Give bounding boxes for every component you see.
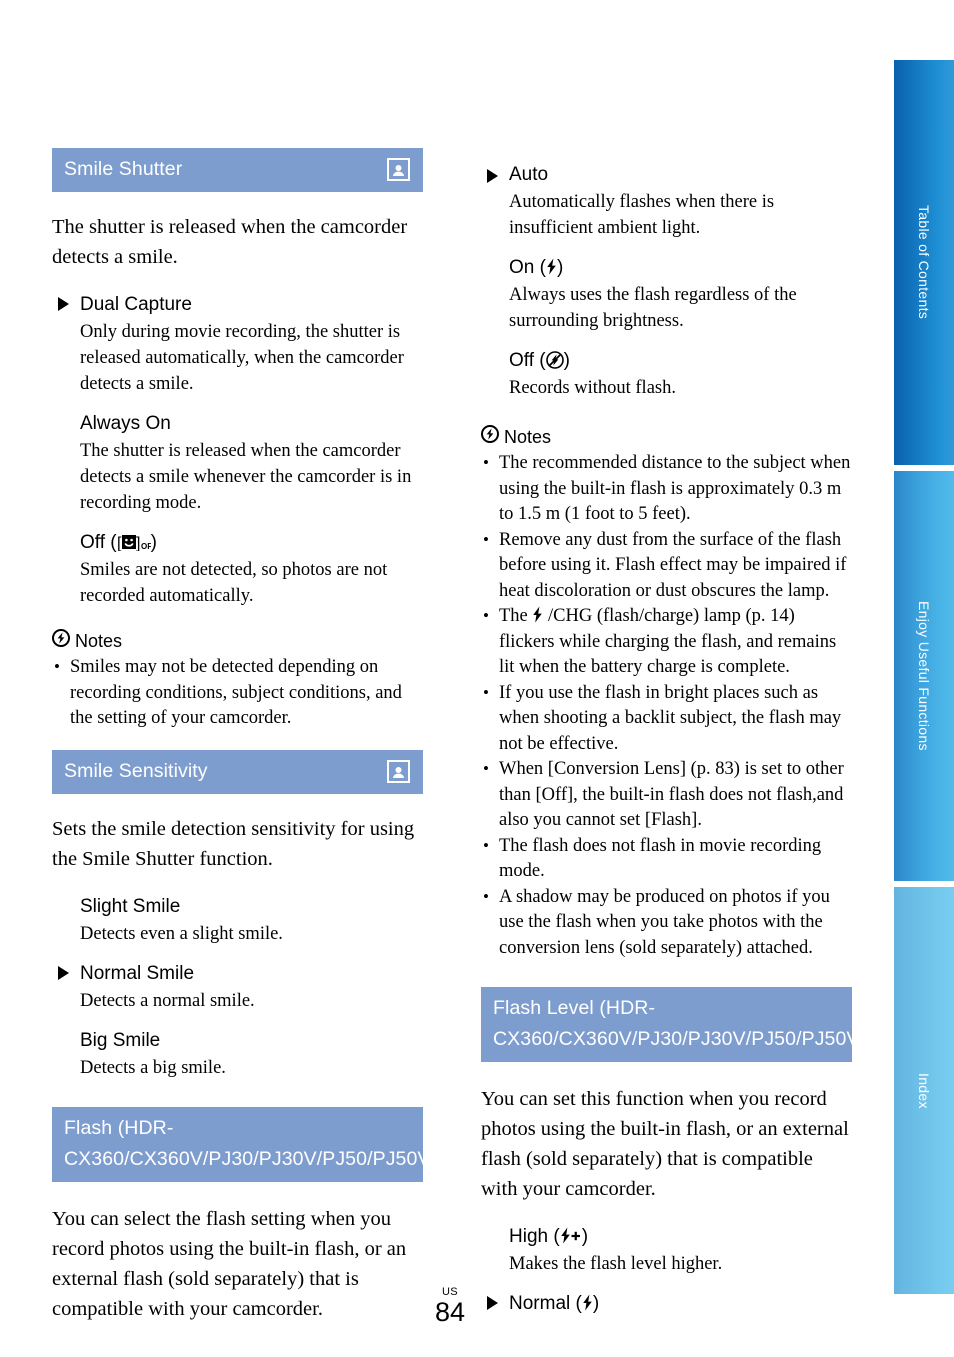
section-header-flash-level: Flash Level (HDR-CX360/CX360V/PJ30/PJ30V… <box>481 987 895 1062</box>
section-title: Smile Sensitivity <box>64 759 208 782</box>
section-header-smile-shutter: Smile Shutter <box>52 148 423 192</box>
option-description: Detects a normal smile. <box>80 990 255 1011</box>
option-title: Dual Capture <box>58 292 423 318</box>
flash-level-intro: You can set this function when you recor… <box>481 1088 849 1200</box>
option-description: Makes the flash level higher. <box>509 1254 723 1274</box>
svg-text:]: ] <box>136 535 140 551</box>
notes-heading: Notes <box>52 629 423 653</box>
option-description: Detects a big smile. <box>80 1057 226 1078</box>
svg-text:OFF: OFF <box>141 542 151 551</box>
smile-off-icon: []OFF <box>117 533 157 552</box>
option-title: Big Smile <box>80 1029 161 1051</box>
option-dual-capture: Dual Capture Only during movie recording… <box>52 292 423 397</box>
section-header-smile-sensitivity: Smile Sensitivity <box>52 749 423 794</box>
option-big-smile: Big Smile Detects a big smile. <box>52 1028 423 1081</box>
flash-bolt-icon <box>546 257 557 275</box>
selected-marker-triangle-icon <box>58 965 69 980</box>
page-number: 84 <box>434 1297 466 1327</box>
notes-heading: Notes <box>481 425 852 449</box>
note-item: When [Conversion Lens] (p. 83) is set to… <box>481 756 852 834</box>
option-title: High () <box>509 1226 589 1247</box>
option-normal-smile: Normal Smile Detects a normal smile. <box>52 961 423 1014</box>
option-title: Off () <box>509 350 570 371</box>
section-header-flash: Flash (HDR-CX360/CX360V/PJ30/PJ30V/PJ50/… <box>52 1106 466 1182</box>
section-title: Flash Level (HDR-CX360/CX360V/PJ30/PJ30V… <box>493 997 867 1050</box>
flash-off-icon <box>545 351 564 369</box>
option-title: On () <box>509 257 564 278</box>
option-description: Always uses the flash regardless of the … <box>509 285 797 331</box>
option-flash-on: On () Always uses the flash regardless o… <box>481 255 852 334</box>
smile-shutter-intro: The shutter is released when the camcord… <box>52 216 408 268</box>
option-description: Automatically flashes when there is insu… <box>509 192 775 238</box>
section-title: Smile Shutter <box>64 158 183 180</box>
right-column: Auto Automatically flashes when there is… <box>481 148 895 1331</box>
option-title: Off ([]OFF) <box>80 532 157 553</box>
option-flash-off: Off () Records without flash. <box>481 348 852 401</box>
left-column: Smile Shutter The shutter is released wh… <box>52 148 466 1344</box>
notes-block-flash: Notes The recommended distance to the su… <box>481 425 852 961</box>
option-flash-level-high: High () Makes the flash level higher. <box>481 1224 852 1277</box>
option-flash-auto: Auto Automatically flashes when there is… <box>481 162 852 241</box>
note-item: If you use the flash in bright places su… <box>481 680 852 758</box>
notes-list: Smiles may not be detected depending on … <box>52 654 423 732</box>
note-item: A shadow may be produced on photos if yo… <box>481 884 852 962</box>
option-title: Always On <box>80 413 171 434</box>
option-description: Smiles are not detected, so photos are n… <box>80 560 388 606</box>
notes-block-smile-shutter: Notes Smiles may not be detected dependi… <box>52 629 423 732</box>
note-item: The flash does not flash in movie record… <box>481 833 852 885</box>
manual-page: Smile Shutter The shutter is released wh… <box>0 0 954 1357</box>
tab-label: Table of Contents <box>916 205 932 320</box>
sidebar-tab-enjoy-useful-functions[interactable]: Enjoy Useful Functions <box>892 469 954 883</box>
option-description: The shutter is released when the camcord… <box>80 441 412 513</box>
flash-plus-icon <box>560 1226 582 1244</box>
smile-sensitivity-intro: Sets the smile detection sensitivity for… <box>52 817 415 870</box>
sidebar-tab-index[interactable]: Index <box>892 885 954 1296</box>
option-title: Auto <box>487 162 852 188</box>
note-item-chg-lamp: The /CHG (flash/charge) lamp (p. 14) fli… <box>481 603 852 681</box>
flash-bolt-icon <box>532 606 543 623</box>
face-detection-icon <box>385 756 411 786</box>
note-item: Smiles may not be detected depending on … <box>52 654 423 732</box>
page-footer: US 84 <box>0 1286 900 1326</box>
flash-bolt-icon <box>447 1129 473 1159</box>
face-detection-icon <box>385 155 411 185</box>
selected-marker-triangle-icon <box>58 297 69 311</box>
option-smile-off: Off ([]OFF) Smiles are not detected, so … <box>52 530 423 609</box>
option-title: Normal Smile <box>58 961 423 987</box>
tab-label: Enjoy Useful Functions <box>916 601 932 751</box>
note-bolt-icon <box>481 425 499 449</box>
svg-text:[: [ <box>117 535 122 551</box>
note-item: Remove any dust from the surface of the … <box>481 527 852 605</box>
selected-marker-triangle-icon <box>487 169 498 183</box>
option-description: Only during movie recording, the shutter… <box>80 322 404 394</box>
tab-label: Index <box>916 1072 932 1109</box>
section-title: Flash (HDR-CX360/CX360V/PJ30/PJ30V/PJ50/… <box>64 1116 438 1170</box>
sidebar-tab-table-of-contents[interactable]: Table of Contents <box>892 58 954 467</box>
notes-list: The recommended distance to the subject … <box>481 450 852 962</box>
option-always-on: Always On The shutter is released when t… <box>52 411 423 516</box>
note-item: The recommended distance to the subject … <box>481 450 852 528</box>
option-description: Detects even a slight smile. <box>80 923 283 944</box>
option-title: Slight Smile <box>80 895 181 917</box>
option-description: Records without flash. <box>509 378 676 398</box>
option-slight-smile: Slight Smile Detects even a slight smile… <box>52 894 423 947</box>
note-bolt-icon <box>52 629 70 653</box>
